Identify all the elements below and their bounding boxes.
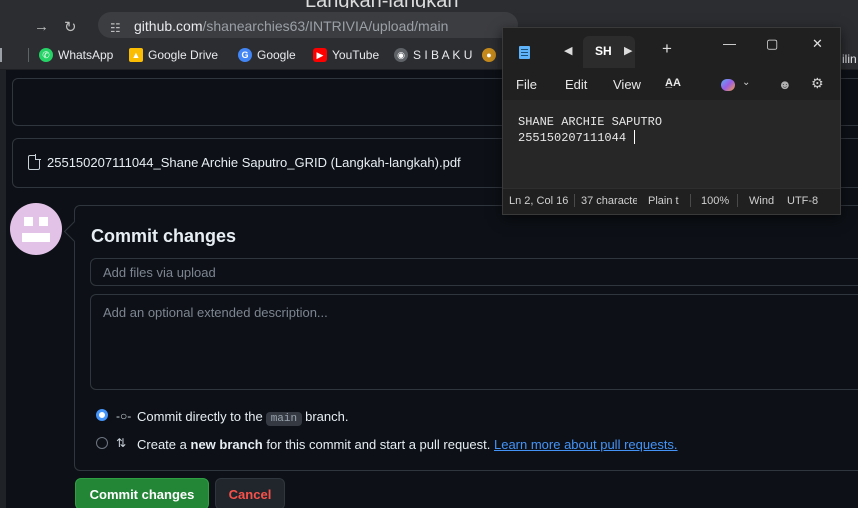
notepad-tab-bar: ◀ SH ▶ + — ▢ ✕ [503,28,840,68]
forward-arrow-icon[interactable]: → [34,18,49,35]
bookmark-label: Google Drive [148,48,219,62]
commit-summary-input[interactable] [90,258,858,286]
git-pull-request-icon: ⇅ [116,436,127,450]
status-encoding: UTF-8 [787,195,819,207]
minimize-icon[interactable]: — [723,36,736,51]
bookmark-extra-icon: ● [482,48,496,62]
bookmark-label: Google [257,48,296,62]
copilot-icon[interactable] [721,79,735,91]
notepad-window[interactable]: ◀ SH ▶ + — ▢ ✕ File Edit View A̲A ⌄ ☻ ⚙ … [502,27,841,215]
new-branch-option[interactable]: Create a new branch for this commit and … [137,437,678,452]
tab-scroll-left-icon[interactable]: ◀ [564,44,572,57]
bookmark-youtube[interactable]: ▶ YouTube [313,48,379,62]
account-icon[interactable]: ☻ [778,77,792,92]
learn-more-link[interactable]: Learn more about pull requests. [494,437,678,452]
left-strip [0,70,6,508]
text-line-2: 255150207111044 [518,131,627,145]
commit-direct-radio[interactable] [96,409,108,421]
status-separator [574,194,575,207]
notepad-tab-title[interactable]: SH [595,44,612,58]
chevron-down-icon[interactable]: ⌄ [742,77,750,88]
google-drive-icon: ▲ [129,48,143,62]
status-zoom[interactable]: 100% [701,195,729,207]
whatsapp-icon: ✆ [39,48,53,62]
sibaku-icon: ◉ [394,48,408,62]
avatar-eye-left [24,217,33,226]
uploaded-file-name: 255150207111044_Shane Archie Saputro_GRI… [47,155,461,170]
cancel-button[interactable]: Cancel [215,478,285,508]
menu-view[interactable]: View [613,77,641,92]
bookmark-extra[interactable]: ● [482,48,496,62]
commit-changes-button[interactable]: Commit changes [75,478,209,508]
bookmark-google-drive[interactable]: ▲ Google Drive [129,48,218,62]
status-characters: 37 characte [581,195,637,207]
status-format: Plain t [648,195,679,207]
reload-icon[interactable]: ↻ [64,18,77,36]
status-separator [690,194,691,207]
youtube-icon: ▶ [313,48,327,62]
avatar-mouth [22,233,50,242]
bookmarks-separator [28,48,29,62]
notepad-app-icon [519,46,530,59]
new-tab-icon[interactable]: + [662,39,672,59]
menu-file[interactable]: File [516,77,537,92]
close-icon[interactable]: ✕ [812,36,823,52]
bookmark-sibaku[interactable]: ◉ S I B A K U [394,48,472,62]
status-separator [737,194,738,207]
top-partial-strip: Langkah-langkah [0,0,858,8]
bookmark-label: S I B A K U [413,48,473,62]
tab-scroll-right-icon[interactable]: ▶ [624,44,632,57]
google-icon: G [238,48,252,62]
file-icon [28,154,41,170]
menu-edit[interactable]: Edit [565,77,587,92]
screen: Langkah-langkah → ↻ ☷ github.com/shanear… [0,0,858,508]
git-commit-icon: -○- [116,409,132,423]
bookmark-tail-text[interactable]: ilin [842,52,857,66]
top-partial-text: Langkah-langkah [305,0,458,8]
url-text[interactable]: github.com/shanearchies63/INTRIVIA/uploa… [134,18,448,34]
commit-direct-option[interactable]: Commit directly to the main branch. [137,409,348,426]
text-line-1: SHANE ARCHIE SAPUTRO [518,115,663,129]
text-cursor [634,130,635,144]
bookmark-label: YouTube [332,48,380,62]
commit-description-input[interactable] [90,294,858,390]
bookmark-whatsapp[interactable]: ✆ WhatsApp [39,48,113,62]
text-format-icon[interactable]: A̲A [665,77,681,89]
avatar[interactable] [10,203,62,255]
bookmark-label: WhatsApp [58,48,114,62]
site-settings-icon[interactable]: ☷ [110,21,121,35]
new-branch-radio[interactable] [96,437,108,449]
maximize-icon[interactable]: ▢ [766,36,778,52]
bookmark-google[interactable]: G Google [238,48,296,62]
avatar-eye-right [39,217,48,226]
gear-icon[interactable]: ⚙ [811,75,824,92]
branch-name-pill: main [265,412,303,426]
status-position: Ln 2, Col 16 [509,195,569,207]
bookmarks-divider [0,48,2,62]
status-line-ending: Wind [749,195,775,207]
commit-title: Commit changes [91,226,237,246]
